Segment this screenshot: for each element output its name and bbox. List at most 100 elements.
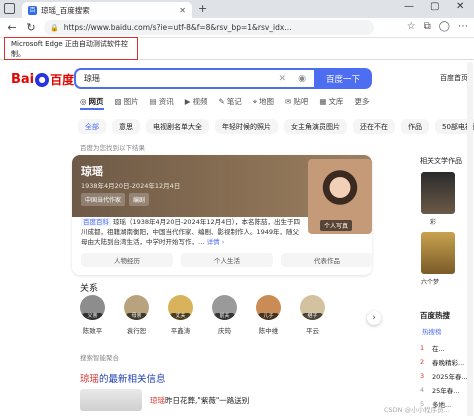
hot-rank: 4 [420, 386, 425, 394]
more-icon[interactable]: ⋯ [458, 21, 468, 32]
relation-item[interactable]: 儿子 陈中维 [254, 295, 283, 335]
avatar: 继子 [300, 295, 325, 320]
source-badge: 百度百科 [81, 218, 111, 226]
lock-icon: 🔒 [50, 23, 59, 32]
browser-tab[interactable]: 百 琼瑶_百度搜索 ✕ [22, 2, 192, 18]
representative-works-button[interactable]: 代表作品 [281, 253, 372, 267]
web-icon: ◎ [80, 97, 87, 106]
tab-tieba[interactable]: ✉ 贴吧 [285, 96, 308, 107]
book-caption[interactable]: 彩 [430, 217, 436, 226]
relation-item[interactable]: 母亲 袁行恕 [122, 295, 151, 335]
address-text: https://www.baidu.com/s?ie=utf-8&f=8&rsv… [63, 23, 292, 32]
baidu-logo[interactable]: Bai ● 百度 [11, 71, 74, 88]
filter-chip[interactable]: 还在不在 [353, 119, 395, 134]
relation-badge: 继子 [302, 313, 323, 320]
clear-icon[interactable]: ✕ [278, 74, 286, 84]
tab-label: 文库 [328, 97, 344, 106]
search-input[interactable]: 琼瑶 ✕ ◉ [74, 68, 314, 89]
relation-item[interactable]: 父亲 陈致平 [78, 295, 107, 335]
hot-text: 25年春... [432, 387, 460, 395]
collections-icon[interactable]: ⧉ [424, 21, 431, 32]
new-tab-icon[interactable]: + [198, 2, 207, 15]
refresh-icon[interactable]: ↻ [25, 21, 37, 34]
homepage-link[interactable]: 百度首页 [440, 73, 468, 83]
hot-search-item[interactable]: 4 25年春... [420, 383, 468, 397]
news-headline-highlight: 琼瑶 [150, 395, 165, 405]
hot-rank: 3 [420, 372, 425, 380]
tab-video[interactable]: ▶ 视频 [185, 96, 208, 107]
image-icon: ▨ [114, 97, 122, 106]
tab-web[interactable]: ◎ 网页 [80, 96, 104, 107]
profile-icon[interactable]: ◯ [439, 21, 450, 32]
filter-chip[interactable]: 女主角演员图片 [284, 119, 347, 134]
page-scrollbar[interactable] [467, 62, 473, 416]
search-query: 琼瑶 [84, 74, 100, 83]
portrait-label[interactable]: 个人写真 [320, 220, 353, 231]
tab-images[interactable]: ▨ 图片 [115, 96, 139, 107]
avatar: 母亲 [124, 295, 149, 320]
result-hint: 百度为您找到以下结果 [80, 144, 145, 152]
relation-item[interactable]: 丈夫 平鑫涛 [166, 295, 195, 335]
search-button[interactable]: 百度一下 [314, 68, 372, 89]
book-cover[interactable] [421, 172, 455, 214]
back-icon[interactable]: ← [6, 21, 18, 34]
news-item[interactable]: 琼瑶昨日花葬,"紫薇"一路送别 [80, 389, 370, 411]
relation-item[interactable]: 继子 平云 [298, 295, 327, 335]
filter-chip[interactable]: 电视剧名单大全 [146, 119, 209, 134]
tab-map[interactable]: ⌖ 地图 [253, 96, 274, 107]
filter-chip[interactable]: 意思 [112, 119, 140, 134]
card-tag[interactable]: 中国当代作家 [81, 193, 126, 206]
news-headline: 琼瑶昨日花葬,"紫薇"一路送别 [150, 395, 249, 406]
avatar: 儿子 [256, 295, 281, 320]
hot-search-tab[interactable]: 热搜榜 [422, 326, 442, 336]
hot-search-title[interactable]: 百度热搜 [420, 310, 450, 321]
filter-chip[interactable]: 作品 [401, 119, 429, 134]
tab-title: 琼瑶_百度搜索 [41, 5, 90, 15]
news-icon: ▤ [149, 97, 157, 106]
card-tag[interactable]: 编剧 [129, 193, 150, 206]
card-buttons: 人物经历 个人生活 代表作品 [81, 253, 372, 267]
card-title[interactable]: 琼瑶 [81, 163, 103, 179]
hot-search-list: 1 在... 2 春晚精彩... 3 2025年春... 4 25年春... 5 多地..… [420, 341, 468, 411]
tieba-icon: ✉ [285, 97, 292, 106]
camera-icon[interactable]: ◉ [298, 74, 306, 84]
address-bar[interactable]: 🔒 https://www.baidu.com/s?ie=utf-8&f=8&r… [44, 20, 374, 35]
news-title-rest: 的最新相关信息 [99, 374, 166, 385]
hot-search-item[interactable]: 2 春晚精彩... [420, 355, 468, 369]
relation-badge: 父亲 [82, 313, 103, 320]
window-close-icon[interactable]: ✕ [456, 1, 464, 12]
minimize-icon[interactable]: — [404, 1, 414, 12]
relations-next-icon[interactable]: › [367, 311, 381, 325]
card-tags: 中国当代作家 编剧 [81, 193, 150, 206]
smart-aggregation-hint: 搜索智能聚合 [80, 354, 119, 362]
life-experience-button[interactable]: 人物经历 [81, 253, 173, 267]
tab-notes[interactable]: ✎ 笔记 [219, 96, 242, 107]
favorites-icon[interactable]: ☆ [407, 21, 416, 32]
automation-notice-text: Microsoft Edge 正由自动测试软件控制。 [11, 39, 128, 58]
news-headline-rest: 昨日花葬,"紫薇"一路送别 [165, 395, 250, 405]
book-caption[interactable]: 六个梦 [421, 277, 439, 286]
personal-life-button[interactable]: 个人生活 [181, 253, 273, 267]
maximize-icon[interactable]: ▢ [430, 1, 439, 12]
relation-item[interactable]: 前夫 庆筠 [210, 295, 239, 335]
knowledge-card: 琼瑶 1938年4月20日-2024年12月4日 中国当代作家 编剧 个人写真 … [72, 155, 372, 275]
news-section-title[interactable]: 琼瑶的最新相关信息 [80, 371, 166, 385]
notes-icon: ✎ [218, 97, 225, 106]
relation-badge: 儿子 [258, 313, 279, 320]
filter-chip[interactable]: 年轻时候的照片 [215, 119, 278, 134]
tab-more[interactable]: 更多 [354, 96, 369, 107]
relation-name: 平云 [306, 327, 319, 335]
tab-news[interactable]: ▤ 资讯 [150, 96, 174, 107]
book-cover[interactable] [421, 232, 455, 274]
tab-wenku[interactable]: ▦ 文库 [319, 96, 343, 107]
paw-icon: ● [35, 72, 50, 87]
details-link[interactable]: 详情 › [207, 238, 225, 246]
avatar: 父亲 [80, 295, 105, 320]
relation-name: 陈致平 [82, 327, 103, 335]
hot-search-item[interactable]: 3 2025年春... [420, 369, 468, 383]
hot-search-item[interactable]: 1 在... [420, 341, 468, 355]
tab-actions-icon[interactable] [4, 3, 15, 14]
filter-chip[interactable]: 全部 [78, 119, 106, 134]
navigation-bar: ← ↻ 🔒 https://www.baidu.com/s?ie=utf-8&f… [0, 18, 474, 38]
tab-close-icon[interactable]: ✕ [179, 6, 186, 15]
